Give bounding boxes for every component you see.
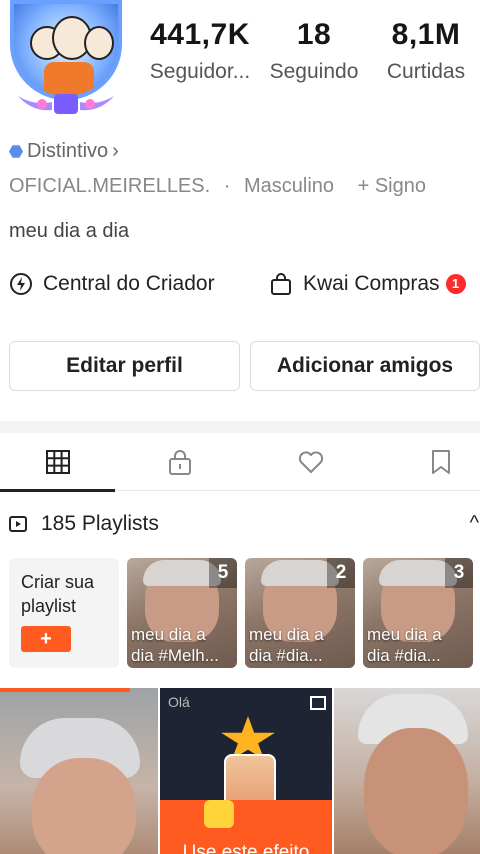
active-tab-indicator — [0, 489, 115, 492]
lightning-circle-icon — [10, 273, 32, 295]
playlist-icon — [9, 516, 27, 532]
playlist-caption: meu dia a dia #Melh... — [131, 625, 219, 665]
playlist-caption: meu dia a dia #dia... — [249, 625, 324, 665]
chevron-up-icon[interactable]: ^ — [470, 512, 479, 535]
image-icon — [310, 696, 326, 710]
tab-saved[interactable] — [381, 433, 480, 491]
playlist-video-count: 2 — [327, 558, 355, 588]
avatar-frame-wings-icon — [18, 94, 114, 114]
thumbnail-accent-bar — [0, 688, 130, 692]
profile-username: OFICIAL.MEIRELLES. — [9, 175, 211, 197]
section-divider — [0, 421, 480, 433]
grid-icon — [45, 450, 70, 474]
use-effect-button[interactable]: Use este efeito — [160, 800, 332, 854]
followers-stat[interactable]: 441,7K Seguidor... — [146, 18, 254, 84]
likes-count: 8,1M — [391, 18, 461, 51]
distintivo-label: Distintivo — [27, 140, 109, 162]
likes-stat[interactable]: 8,1M Curtidas — [380, 18, 472, 84]
following-stat[interactable]: 18 Seguindo — [264, 18, 364, 84]
shopping-bag-icon — [271, 273, 291, 295]
thumbnail-small-text: Olá — [168, 694, 190, 710]
create-playlist-card[interactable]: Criar sua playlist + — [9, 558, 119, 668]
create-playlist-button[interactable]: + — [21, 626, 71, 652]
profile-avatar[interactable] — [2, 0, 130, 118]
playlist-caption: meu dia a dia #dia... — [367, 625, 442, 665]
playlist-card[interactable]: 3 meu dia a dia #dia... — [363, 558, 473, 668]
playlist-video-count: 3 — [445, 558, 473, 588]
info-separator: · — [223, 175, 231, 197]
video-grid: Olá Use este efeito — [0, 688, 480, 854]
profile-bio: meu dia a dia — [9, 220, 130, 242]
chevron-right-icon: › — [112, 140, 119, 162]
likes-label: Curtidas — [386, 60, 466, 83]
playlist-video-count: 5 — [209, 558, 237, 588]
video-thumbnail[interactable] — [0, 688, 158, 854]
tab-private[interactable] — [120, 433, 240, 491]
kwai-shop-link[interactable]: Kwai Compras 1 — [269, 272, 466, 296]
distintivo-link[interactable]: Distintivo › — [9, 140, 119, 163]
create-playlist-label: Criar sua playlist — [21, 572, 95, 616]
playlist-card[interactable]: 5 meu dia a dia #Melh... — [127, 558, 237, 668]
cartoon-face-right — [84, 26, 114, 60]
creator-center-label: Central do Criador — [43, 272, 215, 295]
avatar-image — [10, 0, 122, 100]
profile-gender: Masculino — [243, 175, 335, 197]
lock-icon — [169, 450, 191, 475]
profile-info-line: OFICIAL.MEIRELLES. · Masculino + Signo — [9, 175, 434, 198]
edit-profile-button[interactable]: Editar perfil — [9, 341, 240, 391]
playlist-card[interactable]: 2 meu dia a dia #dia... — [245, 558, 355, 668]
kwai-shop-label: Kwai Compras — [303, 272, 440, 295]
thumbnail-face — [364, 728, 468, 854]
tab-grid[interactable] — [0, 433, 115, 492]
content-tabs — [0, 433, 480, 492]
camera-icon — [204, 800, 234, 828]
following-label: Seguindo — [269, 60, 359, 83]
video-thumbnail[interactable] — [334, 688, 480, 854]
thumbnail-face — [32, 758, 136, 854]
bookmark-icon — [432, 450, 450, 474]
creator-center-link[interactable]: Central do Criador — [9, 272, 215, 296]
followers-label: Seguidor... — [149, 60, 251, 83]
followers-count: 441,7K — [150, 18, 250, 51]
tab-liked[interactable] — [251, 433, 371, 491]
badge-hex-icon — [9, 145, 23, 158]
shop-notification-badge: 1 — [445, 274, 466, 294]
playlists-header[interactable]: 185 Playlists ^ — [9, 510, 479, 538]
playlists-count-label: 185 Playlists — [41, 512, 159, 535]
video-thumbnail[interactable]: Olá Use este efeito — [160, 688, 332, 854]
profile-links-row: Central do Criador Kwai Compras 1 — [9, 272, 479, 302]
heart-icon — [298, 451, 324, 473]
add-friends-button[interactable]: Adicionar amigos — [250, 341, 480, 391]
add-sign-link[interactable]: + Signo — [358, 175, 426, 197]
following-count: 18 — [296, 18, 332, 51]
